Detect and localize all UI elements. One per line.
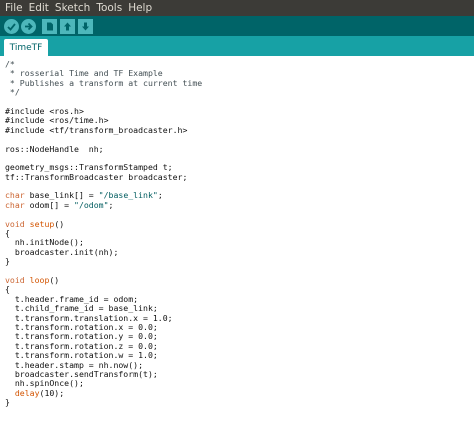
- code-token: odom[] =: [24, 199, 75, 210]
- code-line: ros::NodeHandle nh;: [5, 143, 202, 154]
- right-arrow-icon: [25, 22, 33, 30]
- code-token: * Publishes a transform at current time: [5, 77, 203, 88]
- code-token: ;: [108, 199, 114, 210]
- code-token: ;: [157, 190, 163, 201]
- code-token: */: [5, 87, 20, 98]
- code-text[interactable]: /* * rosserial Time and TF Example * Pub…: [5, 59, 203, 408]
- checkmark-icon: [7, 22, 16, 31]
- code-token: loop: [29, 274, 50, 285]
- code-line: broadcaster.init(nh);: [5, 246, 202, 257]
- tab-timetf[interactable]: TimeTF: [4, 39, 48, 56]
- code-token: (): [49, 274, 60, 285]
- menu-bar: File Edit Sketch Tools Help: [0, 0, 474, 16]
- code-line: delay(10);: [5, 387, 202, 398]
- code-line: * Publishes a transform at current time: [5, 77, 203, 88]
- code-token: #include <tf/transform_broadcaster.h>: [5, 124, 188, 135]
- code-token: (): [54, 218, 65, 229]
- code-token: ros::NodeHandle nh;: [5, 143, 104, 154]
- code-token: delay: [14, 387, 40, 398]
- menu-help[interactable]: Help: [126, 0, 156, 16]
- upload-button[interactable]: [21, 18, 36, 34]
- save-button[interactable]: [78, 18, 93, 34]
- verify-button[interactable]: [4, 18, 19, 34]
- code-line: tf::TransformBroadcaster broadcaster;: [5, 171, 202, 182]
- code-token: }: [5, 256, 10, 267]
- tab-strip: TimeTF: [0, 36, 474, 56]
- code-token: (10);: [39, 387, 65, 398]
- toolbar: [0, 16, 474, 36]
- code-line: }: [5, 257, 202, 266]
- new-button[interactable]: [42, 18, 57, 34]
- code-token: broadcaster.init(nh);: [5, 246, 119, 257]
- menu-sketch[interactable]: Sketch: [53, 0, 94, 16]
- code-line: char odom[] = "/odom";: [5, 199, 202, 210]
- code-token: "/odom": [74, 199, 109, 210]
- code-editor[interactable]: /* * rosserial Time and TF Example * Pub…: [0, 56, 474, 424]
- code-token: }: [5, 397, 10, 408]
- code-line: #include <tf/transform_broadcaster.h>: [5, 124, 202, 135]
- code-token: setup: [29, 218, 55, 229]
- code-line: }: [5, 397, 202, 408]
- open-button[interactable]: [60, 18, 75, 34]
- down-arrow-icon: [82, 22, 89, 30]
- code-line: void loop(): [5, 274, 202, 285]
- code-line: */: [5, 87, 202, 98]
- new-file-icon: [47, 22, 53, 30]
- menu-tools[interactable]: Tools: [94, 0, 126, 16]
- menu-edit[interactable]: Edit: [27, 0, 53, 16]
- code-token: tf::TransformBroadcaster broadcaster;: [5, 171, 188, 182]
- up-arrow-icon: [64, 22, 71, 30]
- code-line: void setup(): [5, 218, 202, 229]
- menu-file[interactable]: File: [3, 0, 27, 16]
